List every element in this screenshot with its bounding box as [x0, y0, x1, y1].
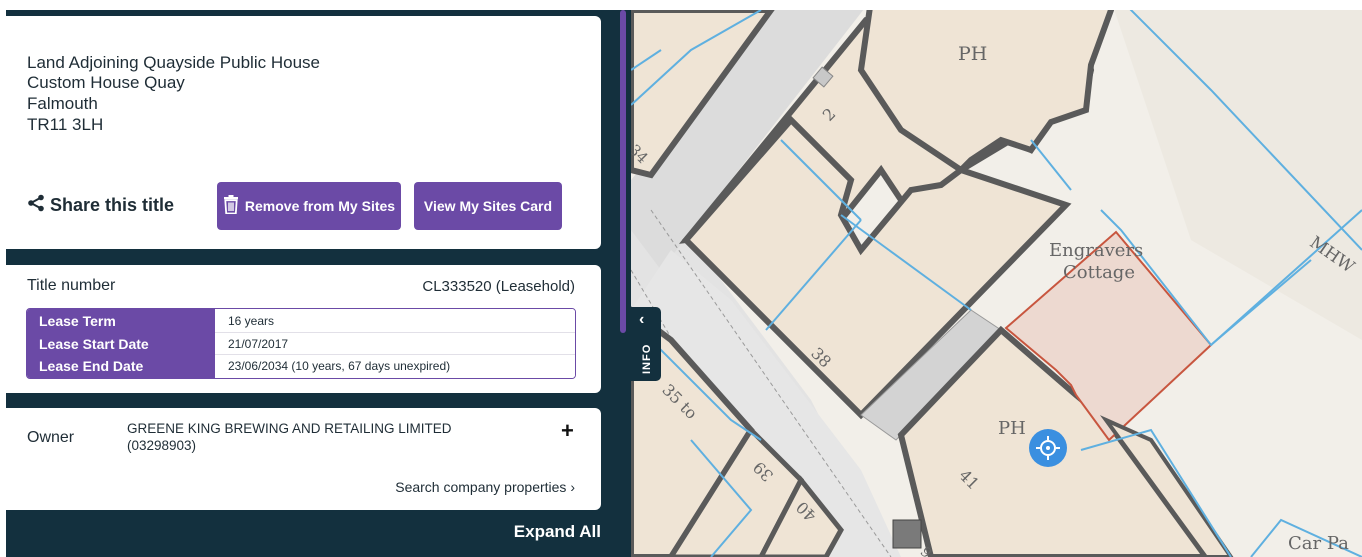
owner-name: GREENE KING BREWING AND RETAILING LIMITE…: [127, 420, 527, 454]
search-company-properties-link[interactable]: Search company properties ›: [395, 479, 575, 495]
location-pin-icon[interactable]: [1029, 429, 1067, 467]
lease-end-value: 23/06/2034 (10 years, 67 days unexpired): [228, 359, 451, 373]
lease-term-key: Lease Term: [39, 313, 116, 329]
owner-card: Owner GREENE KING BREWING AND RETAILING …: [6, 408, 601, 510]
lease-keys: Lease Term Lease Start Date Lease End Da…: [27, 309, 215, 378]
info-toggle-tab[interactable]: ‹ INFO: [629, 307, 661, 381]
map-label-cottage: Cottage: [1063, 262, 1135, 283]
lease-values: 16 years 21/07/2017 23/06/2034 (10 years…: [215, 309, 575, 378]
title-card: Title number CL333520 (Leasehold) Lease …: [6, 265, 601, 393]
title-number-label: Title number: [27, 277, 116, 294]
map-marker-square: [892, 519, 922, 549]
info-tab-label: INFO: [641, 343, 653, 374]
owner-label: Owner: [27, 429, 75, 446]
map-label-ph-bottom: PH: [998, 418, 1026, 439]
remove-from-my-sites-button[interactable]: Remove from My Sites: [217, 182, 401, 230]
owner-company-name: GREENE KING BREWING AND RETAILING LIMITE…: [127, 421, 452, 436]
chevron-left-icon: ‹: [639, 311, 645, 328]
lease-start-value: 21/07/2017: [215, 333, 575, 355]
map-view[interactable]: PH 2 34 Engravers Cottage MHW 38 35 to P…: [631, 10, 1362, 557]
address-line-1: Land Adjoining Quayside Public House: [27, 53, 320, 72]
view-my-sites-card-button[interactable]: View My Sites Card: [414, 182, 562, 230]
share-title-button[interactable]: Share this title: [27, 194, 174, 217]
lease-end-key: Lease End Date: [39, 358, 144, 374]
remove-label: Remove from My Sites: [244, 198, 396, 214]
map-label-car-park: Car Pa: [1288, 533, 1349, 554]
expand-owner-icon[interactable]: +: [561, 418, 574, 444]
title-number-value: CL333520 (Leasehold): [422, 278, 575, 295]
address-line-2: Custom House Quay: [27, 73, 185, 92]
expand-all-button[interactable]: Expand All: [514, 522, 601, 542]
map-label-ph-top: PH: [958, 43, 988, 65]
title-panel: Land Adjoining Quayside Public House Cus…: [6, 10, 631, 557]
lease-table: Lease Term Lease Start Date Lease End Da…: [26, 308, 576, 379]
address-postcode: TR11 3LH: [27, 115, 104, 134]
owner-company-number: (03298903): [127, 438, 197, 453]
scrollbar-thumb[interactable]: [620, 10, 626, 333]
lease-start-key: Lease Start Date: [39, 335, 149, 352]
address-card: Land Adjoining Quayside Public House Cus…: [6, 16, 601, 249]
address-line-3: Falmouth: [27, 94, 98, 113]
map-label-engravers: Engravers: [1049, 240, 1144, 261]
trash-icon: [223, 195, 245, 217]
view-label: View My Sites Card: [423, 198, 553, 214]
map-canvas[interactable]: [631, 10, 1362, 557]
lease-term-value: 16 years: [215, 310, 575, 333]
share-label: Share this title: [50, 195, 175, 215]
share-icon: [27, 194, 50, 217]
